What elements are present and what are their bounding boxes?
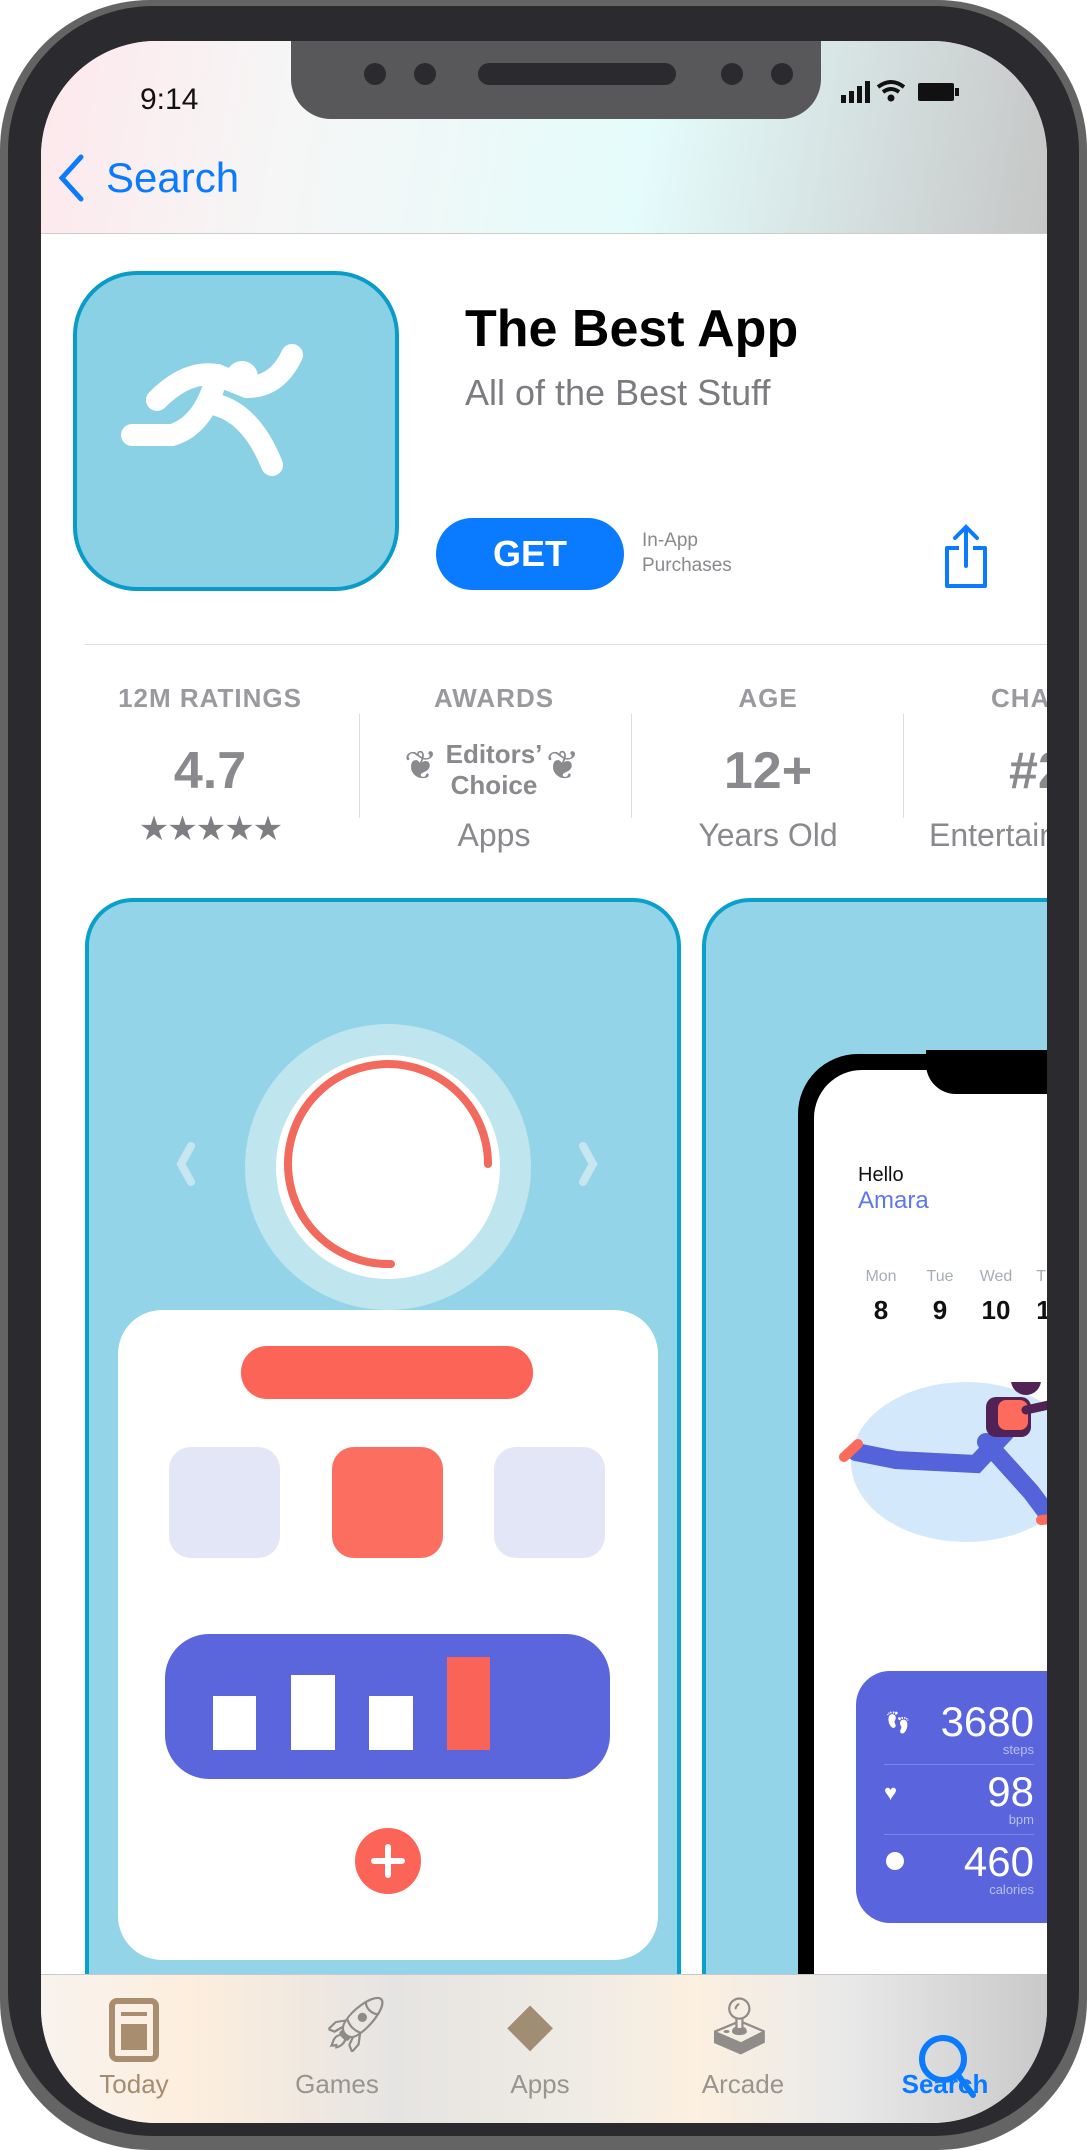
screenshot-1-illustration xyxy=(118,1024,658,1960)
chart-sub: Entertainment xyxy=(929,817,1047,853)
iap-line1: In-App xyxy=(642,530,698,551)
stat-label-awards: AWARDS xyxy=(433,683,555,713)
app-title: The Best App xyxy=(465,300,799,358)
back-button[interactable]: Search xyxy=(56,153,239,203)
rating-stars: ★★★★★ xyxy=(138,810,283,848)
stat-label-age: AGE xyxy=(738,683,798,713)
joystick-icon[interactable]: 🕹︎ xyxy=(704,1993,775,2059)
divider xyxy=(85,644,1047,645)
age-value: 12+ xyxy=(723,742,813,800)
tab-today[interactable]: Today xyxy=(99,2069,168,2100)
screenshot-1[interactable] xyxy=(85,898,681,2098)
chart-value: #2 xyxy=(1009,742,1047,800)
share-icon[interactable] xyxy=(941,524,991,592)
screen: 9:14 Search The Best App All of the Best… xyxy=(41,41,1047,2123)
tab-apps[interactable]: Apps xyxy=(510,2069,569,2100)
status-icons xyxy=(841,80,959,103)
runner-illustration xyxy=(839,1382,1047,1542)
editors-choice: Editors’ Choice xyxy=(445,739,543,800)
stat-label-chart: CHART xyxy=(991,683,1047,713)
chevron-left-icon xyxy=(58,154,84,202)
awards-sub: Apps xyxy=(457,817,531,853)
get-button[interactable]: GET xyxy=(436,518,624,590)
app-subtitle: All of the Best Stuff xyxy=(465,372,771,413)
notch xyxy=(291,41,821,119)
tab-arcade[interactable]: Arcade xyxy=(702,2069,784,2100)
app-icon xyxy=(73,271,399,591)
iap-line2: Purchases xyxy=(642,555,732,576)
layers-icon[interactable]: ◆ xyxy=(507,1989,553,2059)
greeting: Hello xyxy=(858,1164,904,1186)
stat-label-ratings: 12M RATINGS xyxy=(118,683,302,713)
user-name: Amara xyxy=(858,1187,929,1214)
rocket-icon[interactable]: 🚀︎ xyxy=(320,1991,391,2057)
rating-value: 4.7 xyxy=(173,742,247,800)
laurel-left-icon: ❦ xyxy=(404,744,438,788)
screenshot-2[interactable]: Hello Amara Mon8 Tue9 Wed10 Thu11 👣︎ 368… xyxy=(702,898,1047,2098)
age-sub: Years Old xyxy=(698,817,838,853)
status-time: 9:14 xyxy=(140,83,199,116)
metrics: 👣︎ 3680 steps ♥ 98 bpm 460 calories xyxy=(884,1698,1034,1897)
runner-icon xyxy=(121,344,303,476)
tab-games[interactable]: Games xyxy=(295,2069,379,2100)
today-icon[interactable] xyxy=(109,1998,159,2062)
laurel-right-icon: ❦ xyxy=(546,744,580,788)
tab-search[interactable]: Search xyxy=(902,2069,989,2100)
